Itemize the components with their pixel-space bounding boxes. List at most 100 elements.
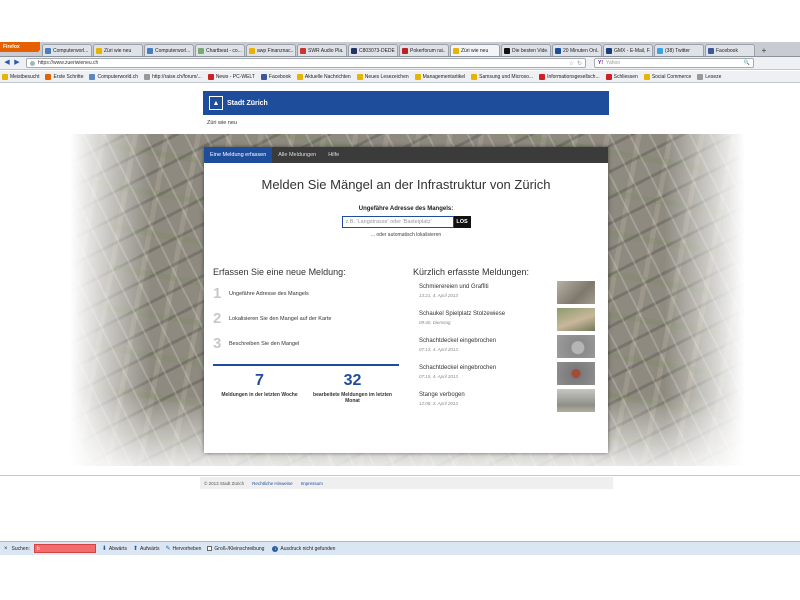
search-icon[interactable]: 🔍 (744, 60, 750, 66)
bookmark-item[interactable]: News - PC-WELT (207, 73, 255, 80)
favicon-icon (606, 47, 612, 54)
browser-tab[interactable]: Pokerforum rai... (399, 44, 449, 56)
tab-title: C803073-DEDE... (359, 47, 395, 54)
site-subtitle: Züri wie neu (207, 120, 237, 126)
bookmark-icon (643, 73, 650, 80)
bookmark-icon (260, 73, 267, 80)
browser-tab[interactable]: C803073-DEDE... (348, 44, 398, 56)
bookmark-item[interactable]: Social Commerce (643, 73, 691, 80)
address-bar[interactable]: https://www.zueriwieneu.ch ☆ ↻ (26, 58, 586, 68)
bookmark-item[interactable]: Leseze (697, 73, 721, 80)
footer-divider (0, 475, 800, 476)
yahoo-engine-icon[interactable]: Y! (598, 60, 603, 66)
address-input[interactable] (341, 216, 454, 228)
favicon-icon (453, 47, 459, 54)
report-item[interactable]: Schachtdeckel eingebrochen 07:13, 4. Apri… (413, 335, 595, 358)
bookmark-item[interactable]: Schliessen (605, 73, 638, 80)
site-identity-icon[interactable] (30, 60, 35, 66)
report-date: 12:08, 3. April 2013 (419, 401, 458, 406)
find-input[interactable]: b (33, 544, 96, 553)
step-text: Beschreiben Sie den Mangel (229, 340, 300, 347)
report-item[interactable]: Stange verbogen 12:08, 3. April 2013 (413, 389, 595, 412)
highlight-all-button[interactable]: ✎ Hervorheben (165, 545, 201, 553)
tab-all-reports[interactable]: Alle Meldungen (272, 147, 322, 163)
browser-tab[interactable]: Chartbeat - co... (195, 44, 245, 56)
browser-tab[interactable]: Computerworl... (144, 44, 194, 56)
browser-tab[interactable]: Züri wie neu (93, 44, 143, 56)
report-thumbnail[interactable] (557, 308, 595, 331)
report-thumbnail[interactable] (557, 281, 595, 304)
bookmark-item[interactable]: http://raise.ch/forum/... (144, 73, 202, 80)
bookmark-icon (296, 73, 303, 80)
report-thumbnail[interactable] (557, 335, 595, 358)
reload-icon[interactable]: ↻ (577, 60, 582, 67)
go-button[interactable]: LOS (453, 216, 471, 228)
browser-tab[interactable]: (38) Twitter (654, 44, 704, 56)
bookmark-item[interactable]: Samsung und Microso... (471, 73, 533, 80)
stat-label: Meldungen in der letzten Woche (221, 392, 298, 398)
browser-tab[interactable]: 20 Minuten Onl... (552, 44, 602, 56)
find-previous-button[interactable]: ⬆ Aufwärts (133, 545, 159, 553)
bookmark-star-icon[interactable]: ☆ (569, 60, 574, 67)
report-item[interactable]: Schaukel Spielplatz Stolzewiese 09:40, Di… (413, 308, 595, 331)
match-case-checkbox[interactable]: Groß-/Kleinschreibung (207, 546, 264, 552)
back-arrow-icon[interactable]: ◀ (2, 58, 12, 68)
report-item[interactable]: Schmierereien und Graffiti 13:21, 4. Apri… (413, 281, 595, 304)
step-item: 1 Ungefähre Adresse des Mangels (213, 285, 399, 302)
imprint-link[interactable]: Impressum (301, 481, 323, 486)
bookmark-icon (471, 73, 478, 80)
bookmark-item[interactable]: Informationsgesellsch... (539, 73, 600, 80)
forward-arrow-icon[interactable]: ▶ (12, 58, 22, 68)
bookmark-item[interactable]: Facebook (260, 73, 291, 80)
browser-tab[interactable]: SWR Audio Pla... (297, 44, 347, 56)
bookmark-item[interactable]: Aktuelle Nachrichten (296, 73, 351, 80)
report-thumbnail[interactable] (557, 389, 595, 412)
bookmark-icon (697, 73, 704, 80)
browser-tab[interactable]: Computerworl... (42, 44, 92, 56)
report-title[interactable]: Schmierereien und Graffiti (419, 284, 489, 290)
tab-new-report[interactable]: Eine Meldung erfassen (204, 147, 273, 163)
new-tab-button[interactable]: + (758, 46, 770, 56)
bookmark-icon (356, 73, 363, 80)
report-title[interactable]: Schachtdeckel eingebrochen (419, 365, 496, 371)
bookmark-icon (45, 73, 52, 80)
browser-tab-active[interactable]: Züri wie neu (450, 44, 500, 56)
new-report-section: Erfassen Sie eine neue Meldung: 1 Ungefä… (213, 267, 399, 404)
bookmark-item[interactable]: Managementartikel (414, 73, 465, 80)
report-title[interactable]: Schaukel Spielplatz Stolzewiese (419, 311, 505, 317)
report-thumbnail[interactable] (557, 362, 595, 385)
tab-title: Züri wie neu (461, 47, 489, 54)
report-title[interactable]: Schachtdeckel eingebrochen (419, 338, 496, 344)
section-heading: Kürzlich erfasste Meldungen: (413, 267, 530, 277)
zurich-coat-of-arms-icon: ▲ (209, 96, 223, 110)
pencil-icon: ✎ (165, 546, 171, 552)
browser-tab[interactable]: Facebook (705, 44, 755, 56)
tab-title: Chartbeat - co... (206, 47, 242, 54)
firefox-menu-button[interactable]: Firefox (0, 42, 40, 52)
tab-title: (38) Twitter (665, 47, 690, 54)
browser-tab[interactable]: Die besten Vide... (501, 44, 551, 56)
bookmark-item[interactable]: Computerworld.ch (89, 73, 138, 80)
find-next-button[interactable]: ⬇ Abwärts (101, 545, 127, 553)
browser-tab[interactable]: awp Finanznac... (246, 44, 296, 56)
bookmark-icon (144, 73, 151, 80)
arrow-down-icon: ⬇ (101, 546, 107, 552)
favicon-icon (249, 47, 255, 54)
find-bar: × Suchen: b ⬇ Abwärts ⬆ Aufwärts ✎ Hervorhe… (0, 541, 800, 555)
legal-notice-link[interactable]: Rechtliche Hinweise (252, 481, 293, 486)
favicon-icon (555, 47, 561, 54)
report-item[interactable]: Schachtdeckel eingebrochen 07:15, 4. Apri… (413, 362, 595, 385)
report-title[interactable]: Stange verbogen (419, 392, 465, 398)
bookmark-item[interactable]: Neues Lesezeichen (356, 73, 409, 80)
auto-locate-link[interactable]: ... oder automatisch lokalisieren (204, 232, 608, 238)
browser-tab[interactable]: GMX - E-Mail, F... (603, 44, 653, 56)
step-number: 2 (213, 310, 222, 327)
step-item: 2 Lokalisieren Sie den Mangel auf der Ka… (213, 310, 399, 327)
tab-title: Facebook (716, 47, 738, 54)
tab-help[interactable]: Hilfe (322, 147, 345, 163)
bookmark-item[interactable]: Erste Schritte (45, 73, 83, 80)
close-icon[interactable]: × (4, 546, 8, 552)
bookmark-icon (89, 73, 96, 80)
search-field[interactable]: Y! Yahoo 🔍 (594, 58, 754, 68)
bookmark-item[interactable]: Meistbesucht (2, 73, 39, 80)
